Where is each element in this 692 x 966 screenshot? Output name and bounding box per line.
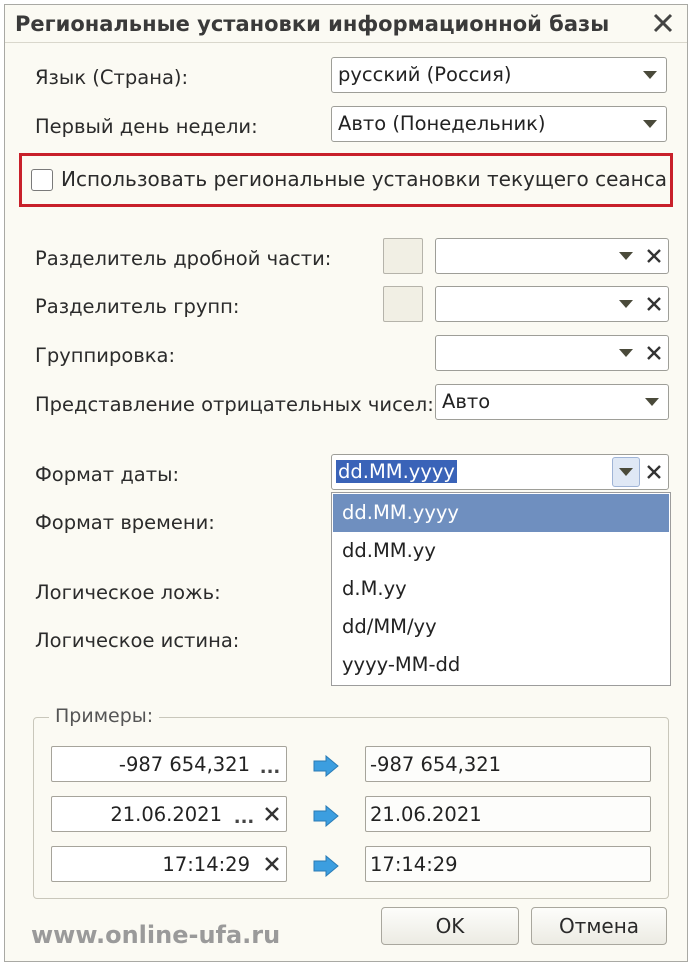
- chevron-down-icon: [619, 349, 633, 357]
- group-separator-clear-button[interactable]: [641, 289, 667, 319]
- language-value: русский (Россия): [338, 63, 512, 86]
- decimal-separator-select[interactable]: [435, 238, 669, 274]
- date-format-option[interactable]: dd.MM.yyyy: [333, 494, 669, 532]
- date-format-option[interactable]: d.M.yy: [333, 570, 669, 608]
- grouping-clear-button[interactable]: [641, 338, 667, 368]
- watermark: www.online-ufa.ru: [31, 921, 281, 949]
- decimal-separator-clear-button[interactable]: [641, 241, 667, 271]
- chevron-down-icon: [619, 300, 633, 308]
- language-dropdown-button[interactable]: [636, 60, 664, 90]
- arrow-right-icon: [313, 755, 339, 777]
- example-date-input-value: 21.06.2021: [110, 803, 222, 826]
- clear-icon: [647, 297, 661, 311]
- date-format-label: Формат даты:: [35, 463, 180, 486]
- negative-numbers-label: Представление отрицательных чисел:: [35, 393, 434, 416]
- first-day-value: Авто (Понедельник): [338, 112, 546, 135]
- clear-icon: [647, 346, 661, 360]
- chevron-down-icon: [643, 71, 657, 79]
- bool-false-label: Логическое ложь:: [35, 581, 221, 604]
- negative-numbers-dropdown-button[interactable]: [638, 387, 666, 417]
- decimal-separator-dropdown-button[interactable]: [612, 241, 640, 271]
- examples-title: Примеры:: [49, 705, 160, 727]
- date-format-clear-button[interactable]: [641, 457, 667, 487]
- example-date-select-button[interactable]: ...: [230, 798, 258, 830]
- clear-icon: [265, 857, 279, 871]
- cancel-button[interactable]: Отмена: [531, 907, 667, 945]
- date-format-dropdown-button[interactable]: [612, 457, 640, 487]
- arrow-right-icon: [313, 805, 339, 827]
- first-day-label: Первый день недели:: [35, 115, 258, 138]
- date-format-option[interactable]: yyyy-MM-dd: [333, 646, 669, 684]
- arrow-right-icon: [313, 855, 339, 877]
- date-format-option[interactable]: dd/MM/yy: [333, 608, 669, 646]
- example-number-input-value: -987 654,321: [118, 753, 250, 776]
- group-separator-label: Разделитель групп:: [35, 295, 240, 318]
- dialog-window: Региональные установки информационной ба…: [4, 4, 688, 962]
- chevron-down-icon: [645, 398, 659, 406]
- time-format-label: Формат времени:: [35, 511, 215, 534]
- example-date-result: 21.06.2021: [365, 796, 651, 832]
- bool-true-label: Логическое истина:: [35, 629, 240, 652]
- example-time-input-value: 17:14:29: [162, 853, 250, 876]
- language-label: Язык (Страна):: [35, 66, 189, 89]
- date-format-option[interactable]: dd.MM.yy: [333, 532, 669, 570]
- use-session-label: Использовать региональные установки теку…: [61, 167, 667, 191]
- example-number-input[interactable]: -987 654,321 ...: [51, 746, 287, 782]
- negative-numbers-select[interactable]: Авто: [435, 384, 669, 420]
- chevron-down-icon: [619, 252, 633, 260]
- first-day-dropdown-button[interactable]: [636, 109, 664, 139]
- window-title: Региональные установки информационной ба…: [15, 12, 610, 36]
- first-day-select[interactable]: Авто (Понедельник): [331, 106, 667, 142]
- grouping-select[interactable]: [435, 335, 669, 371]
- example-number-result: -987 654,321: [365, 746, 651, 782]
- example-time-clear-button[interactable]: [259, 849, 285, 879]
- example-number-select-button[interactable]: ...: [256, 748, 284, 780]
- title-bar: Региональные установки информационной ба…: [5, 5, 687, 43]
- clear-icon: [647, 465, 661, 479]
- grouping-dropdown-button[interactable]: [612, 338, 640, 368]
- example-number-result-value: -987 654,321: [370, 753, 502, 776]
- date-format-dropdown-list: dd.MM.yyyy dd.MM.yy d.M.yy dd/MM/yy yyyy…: [331, 492, 671, 686]
- clear-icon: [647, 249, 661, 263]
- language-select[interactable]: русский (Россия): [331, 57, 667, 93]
- group-separator-preview: [383, 286, 423, 322]
- decimal-separator-preview: [383, 238, 423, 274]
- example-date-result-value: 21.06.2021: [370, 803, 482, 826]
- example-time-result-value: 17:14:29: [370, 853, 458, 876]
- close-button[interactable]: [649, 9, 677, 37]
- clear-icon: [265, 807, 279, 821]
- negative-numbers-value: Авто: [442, 390, 491, 413]
- grouping-label: Группировка:: [35, 344, 176, 367]
- date-format-value[interactable]: dd.MM.yyyy: [336, 460, 457, 483]
- example-date-input[interactable]: 21.06.2021 ...: [51, 796, 287, 832]
- chevron-down-icon: [643, 120, 657, 128]
- example-date-clear-button[interactable]: [259, 799, 285, 829]
- chevron-down-icon: [619, 468, 633, 476]
- date-format-select[interactable]: dd.MM.yyyy: [331, 454, 669, 490]
- group-separator-dropdown-button[interactable]: [612, 289, 640, 319]
- example-time-result: 17:14:29: [365, 846, 651, 882]
- decimal-separator-label: Разделитель дробной части:: [35, 247, 332, 270]
- close-icon: [653, 13, 673, 33]
- example-time-input[interactable]: 17:14:29: [51, 846, 287, 882]
- use-session-checkbox[interactable]: [31, 169, 53, 191]
- group-separator-select[interactable]: [435, 286, 669, 322]
- ok-button[interactable]: OK: [381, 907, 519, 945]
